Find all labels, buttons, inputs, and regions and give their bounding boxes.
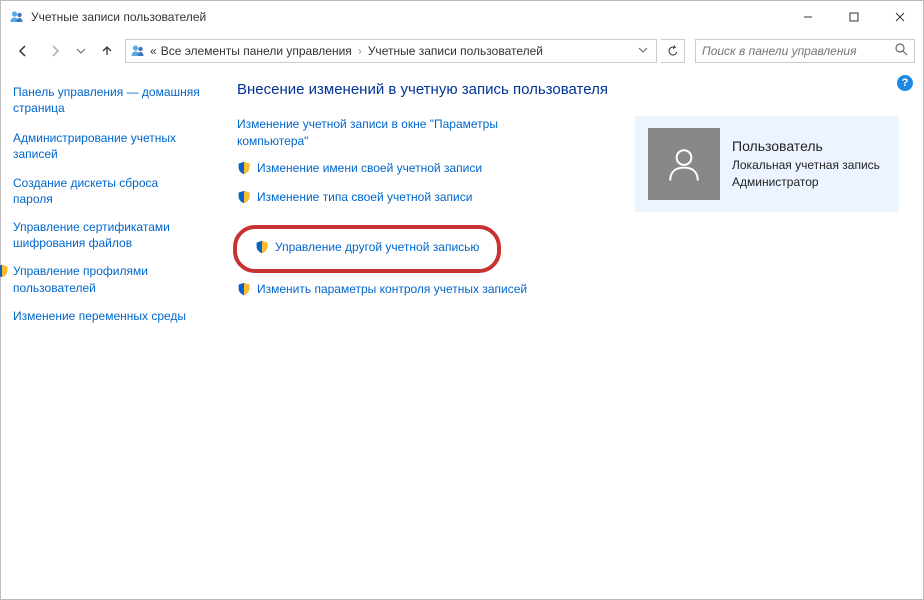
sidebar-link-label: Управление профилями пользователей [13, 264, 148, 294]
action-label: Изменение учетной записи в окне "Парамет… [237, 116, 517, 150]
back-button[interactable] [9, 37, 37, 65]
address-bar-row: « Все элементы панели управления › Учетн… [1, 33, 923, 69]
actions-list: Изменение учетной записи в окне "Парамет… [237, 116, 611, 311]
chevron-right-icon: › [358, 44, 362, 58]
close-button[interactable] [877, 1, 923, 33]
action-change-name[interactable]: Изменение имени своей учетной записи [237, 160, 611, 180]
user-card[interactable]: Пользователь Локальная учетная запись Ад… [635, 116, 899, 212]
user-name: Пользователь [732, 137, 880, 157]
address-bar[interactable]: « Все элементы панели управления › Учетн… [125, 39, 657, 63]
sidebar-link-env-vars[interactable]: Изменение переменных среды [13, 308, 201, 324]
sidebar: Панель управления — домашняя страница Ад… [13, 81, 213, 336]
forward-button[interactable] [41, 37, 69, 65]
user-account-type: Локальная учетная запись [732, 157, 880, 174]
user-role: Администратор [732, 174, 880, 191]
search-box[interactable] [695, 39, 915, 63]
action-label: Изменение типа своей учетной записи [257, 189, 472, 206]
breadcrumb-item[interactable]: Учетные записи пользователей [368, 44, 543, 58]
app-icon [9, 9, 25, 25]
action-label: Изменить параметры контроля учетных запи… [257, 281, 527, 298]
action-change-in-settings[interactable]: Изменение учетной записи в окне "Парамет… [237, 116, 611, 150]
action-label: Управление другой учетной записью [275, 239, 479, 256]
sidebar-link-certificates[interactable]: Управление сертификатами шифрования файл… [13, 219, 201, 251]
shield-icon [0, 264, 9, 282]
shield-icon [255, 240, 269, 259]
help-icon[interactable]: ? [897, 75, 913, 91]
action-uac-settings[interactable]: Изменить параметры контроля учетных запи… [237, 281, 611, 301]
maximize-button[interactable] [831, 1, 877, 33]
minimize-button[interactable] [785, 1, 831, 33]
page-heading: Внесение изменений в учетную запись поль… [237, 81, 899, 98]
window-title: Учетные записи пользователей [31, 10, 785, 24]
search-icon[interactable] [895, 43, 908, 59]
shield-icon [237, 190, 251, 209]
shield-icon [237, 161, 251, 180]
content-area: ? Панель управления — домашняя страница … [1, 69, 923, 348]
sidebar-home-link[interactable]: Панель управления — домашняя страница [13, 85, 201, 116]
user-info: Пользователь Локальная учетная запись Ад… [732, 137, 880, 190]
action-change-type[interactable]: Изменение типа своей учетной записи [237, 189, 611, 209]
address-dropdown[interactable] [634, 44, 652, 58]
recent-dropdown[interactable] [73, 37, 89, 65]
action-label: Изменение имени своей учетной записи [257, 160, 482, 177]
breadcrumb-prefix: « [150, 44, 157, 58]
sidebar-link-reset-disk[interactable]: Создание дискеты сброса пароля [13, 175, 201, 207]
search-input[interactable] [702, 41, 895, 61]
shield-icon [237, 282, 251, 301]
sidebar-link-profiles[interactable]: Управление профилями пользователей [13, 263, 201, 295]
up-button[interactable] [93, 37, 121, 65]
titlebar: Учетные записи пользователей [1, 1, 923, 33]
avatar [648, 128, 720, 200]
action-manage-other-account[interactable]: Управление другой учетной записью [233, 225, 501, 273]
main-panel: Внесение изменений в учетную запись поль… [213, 81, 899, 336]
refresh-button[interactable] [661, 39, 685, 63]
sidebar-link-admin-accounts[interactable]: Администрирование учетных записей [13, 130, 201, 162]
breadcrumb-item[interactable]: Все элементы панели управления [161, 44, 352, 58]
